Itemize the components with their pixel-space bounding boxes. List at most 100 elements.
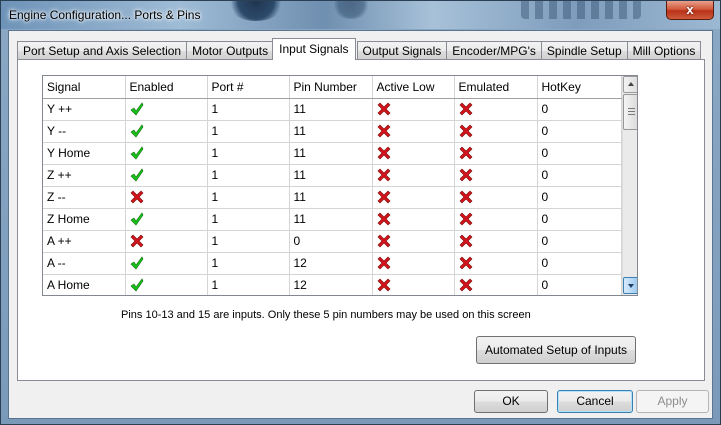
enabled-cell[interactable] [125,186,208,209]
tab-spindle-setup[interactable]: Spindle Setup [540,41,628,60]
arrow-down-icon [628,284,634,288]
pin-number-cell[interactable]: 11 [289,164,373,187]
emulated-cell[interactable] [454,164,538,187]
pin-number-cell[interactable]: 11 [289,120,373,143]
table-header-row: Signal Enabled Port # Pin Number Active … [43,76,622,99]
hotkey-cell[interactable]: 0 [537,252,622,275]
scroll-down-button[interactable] [623,277,637,294]
table-row[interactable]: Z Home 1 11 0 [43,208,622,231]
active-low-cell[interactable] [372,186,455,209]
emulated-cell[interactable] [454,252,538,275]
ok-button[interactable]: OK [474,390,548,413]
table-row[interactable]: Y -- 1 11 0 [43,120,622,143]
emulated-cell[interactable] [454,274,538,295]
table-row[interactable]: A Home 1 12 0 [43,274,622,295]
port-cell[interactable]: 1 [207,186,290,209]
pin-number-cell[interactable]: 11 [289,186,373,209]
enabled-cell[interactable] [125,164,208,187]
emulated-cell[interactable] [454,98,538,121]
column-header-hotkey[interactable]: HotKey [537,76,622,99]
port-cell[interactable]: 1 [207,120,290,143]
pin-number-cell[interactable]: 0 [289,230,373,253]
arrow-up-icon [628,82,634,86]
active-low-cell[interactable] [372,164,455,187]
pin-number-cell[interactable]: 11 [289,208,373,231]
port-cell[interactable]: 1 [207,98,290,121]
emulated-cell[interactable] [454,120,538,143]
enabled-cell[interactable] [125,252,208,275]
enabled-cell[interactable] [125,208,208,231]
signal-cell[interactable]: Z Home [43,208,126,231]
signal-cell[interactable]: Y Home [43,142,126,165]
port-cell[interactable]: 1 [207,252,290,275]
table-row[interactable]: Y ++ 1 11 0 [43,98,622,121]
tab-encoder-mpg-s[interactable]: Encoder/MPG's [446,41,542,60]
column-header-enabled[interactable]: Enabled [125,76,208,99]
tab-output-signals[interactable]: Output Signals [356,41,448,60]
active-low-cell[interactable] [372,252,455,275]
port-cell[interactable]: 1 [207,230,290,253]
active-low-cell[interactable] [372,120,455,143]
hotkey-cell[interactable]: 0 [537,120,622,143]
enabled-cell[interactable] [125,230,208,253]
signal-cell[interactable]: A ++ [43,230,126,253]
title-bar[interactable]: Engine Configuration... Ports & Pins [1,1,720,29]
pin-number-cell[interactable]: 11 [289,142,373,165]
pin-number-cell[interactable]: 12 [289,274,373,295]
column-header-port[interactable]: Port # [207,76,290,99]
enabled-cell[interactable] [125,98,208,121]
vertical-scrollbar[interactable] [622,76,637,295]
column-header-signal[interactable]: Signal [43,76,126,99]
column-header-emulated[interactable]: Emulated [454,76,538,99]
cancel-button[interactable]: Cancel [557,390,633,413]
scroll-up-button[interactable] [623,76,637,93]
tab-mill-options[interactable]: Mill Options [626,41,702,60]
emulated-cell[interactable] [454,186,538,209]
hotkey-cell[interactable]: 0 [537,230,622,253]
active-low-cell[interactable] [372,98,455,121]
hotkey-cell[interactable]: 0 [537,142,622,165]
active-low-cell[interactable] [372,274,455,295]
tab-motor-outputs[interactable]: Motor Outputs [186,41,275,60]
port-cell[interactable]: 1 [207,274,290,295]
active-low-cell[interactable] [372,208,455,231]
enabled-cell[interactable] [125,274,208,295]
hotkey-cell[interactable]: 0 [537,208,622,231]
hotkey-cell[interactable]: 0 [537,186,622,209]
tab-port-setup-and-axis-selection[interactable]: Port Setup and Axis Selection [17,41,188,60]
signal-cell[interactable]: Z ++ [43,164,126,187]
scroll-thumb[interactable] [623,94,637,130]
emulated-cell[interactable] [454,208,538,231]
pin-number-cell[interactable]: 12 [289,252,373,275]
signal-cell[interactable]: A -- [43,252,126,275]
tab-input-signals[interactable]: Input Signals [272,38,356,60]
active-low-cell[interactable] [372,230,455,253]
table-row[interactable]: Y Home 1 11 0 [43,142,622,165]
background-blur [226,1,286,21]
active-low-cell[interactable] [372,142,455,165]
port-cell[interactable]: 1 [207,164,290,187]
port-cell[interactable]: 1 [207,208,290,231]
signal-cell[interactable]: Z -- [43,186,126,209]
table-row[interactable]: A -- 1 12 0 [43,252,622,275]
table-row[interactable]: Z ++ 1 11 0 [43,164,622,187]
table-row[interactable]: A ++ 1 0 0 [43,230,622,253]
column-header-active-low[interactable]: Active Low [372,76,455,99]
column-header-pin-number[interactable]: Pin Number [289,76,373,99]
emulated-cell[interactable] [454,142,538,165]
signal-cell[interactable]: Y -- [43,120,126,143]
signal-cell[interactable]: A Home [43,274,126,295]
pin-number-cell[interactable]: 11 [289,98,373,121]
port-cell[interactable]: 1 [207,142,290,165]
signal-cell[interactable]: Y ++ [43,98,126,121]
automated-setup-button[interactable]: Automated Setup of Inputs [476,336,636,364]
enabled-cell[interactable] [125,142,208,165]
hotkey-cell[interactable]: 0 [537,164,622,187]
table-row[interactable]: Z -- 1 11 0 [43,186,622,209]
close-icon: x [686,2,694,17]
hotkey-cell[interactable]: 0 [537,98,622,121]
close-button[interactable]: x [666,1,714,20]
enabled-cell[interactable] [125,120,208,143]
hotkey-cell[interactable]: 0 [537,274,622,295]
emulated-cell[interactable] [454,230,538,253]
